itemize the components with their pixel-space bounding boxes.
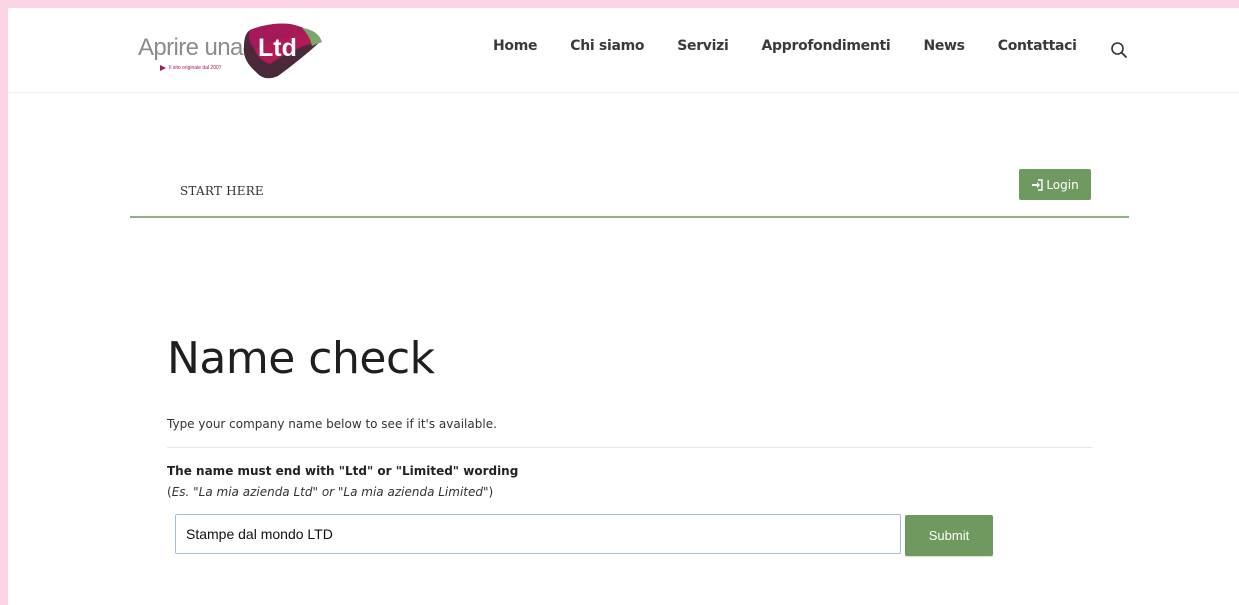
start-here-bar: START HERE Login [130, 168, 1129, 218]
submit-button[interactable]: Submit [905, 515, 993, 556]
logo-badge-text: Ltd [258, 34, 297, 62]
example-text: Es. "La mia azienda Ltd" or "La mia azie… [171, 485, 489, 499]
logo-badge: Ltd [240, 20, 324, 82]
page: Aprire una Il sito originale dal 2007 Lt… [8, 8, 1239, 605]
nav-item-home[interactable]: Home [493, 38, 538, 54]
company-name-input[interactable] [175, 514, 901, 554]
nav-item-servizi[interactable]: Servizi [677, 38, 729, 54]
nav-item-chi-siamo[interactable]: Chi siamo [570, 38, 644, 54]
search-button[interactable] [1110, 41, 1130, 61]
intro-text: Type your company name below to see if i… [167, 417, 497, 431]
logo-text: Aprire una [138, 34, 243, 61]
login-button[interactable]: Login [1019, 169, 1091, 200]
sign-in-icon [1032, 178, 1044, 191]
site-header: Aprire una Il sito originale dal 2007 Lt… [8, 8, 1239, 93]
example-paren-close: ) [488, 485, 494, 499]
search-icon [1111, 42, 1127, 58]
logo-tagline-row: Il sito originale dal 2007 [160, 65, 222, 71]
login-label: Login [1046, 177, 1079, 192]
start-here-label: START HERE [180, 184, 264, 198]
play-icon [160, 65, 166, 71]
name-rule-example: (Es. "La mia azienda Ltd" or "La mia azi… [167, 485, 493, 499]
site-logo[interactable]: Aprire una Il sito originale dal 2007 Lt… [136, 20, 326, 82]
divider [167, 447, 1092, 448]
logo-tagline: Il sito originale dal 2007 [169, 65, 222, 71]
page-title: Name check [167, 333, 435, 384]
main-nav: Home Chi siamo Servizi Approfondimenti N… [493, 38, 1110, 54]
nav-item-news[interactable]: News [923, 38, 965, 54]
nav-item-approfondimenti[interactable]: Approfondimenti [761, 38, 890, 54]
name-rule-label: The name must end with "Ltd" or "Limited… [167, 464, 519, 478]
nav-item-contattaci[interactable]: Contattaci [998, 38, 1077, 54]
